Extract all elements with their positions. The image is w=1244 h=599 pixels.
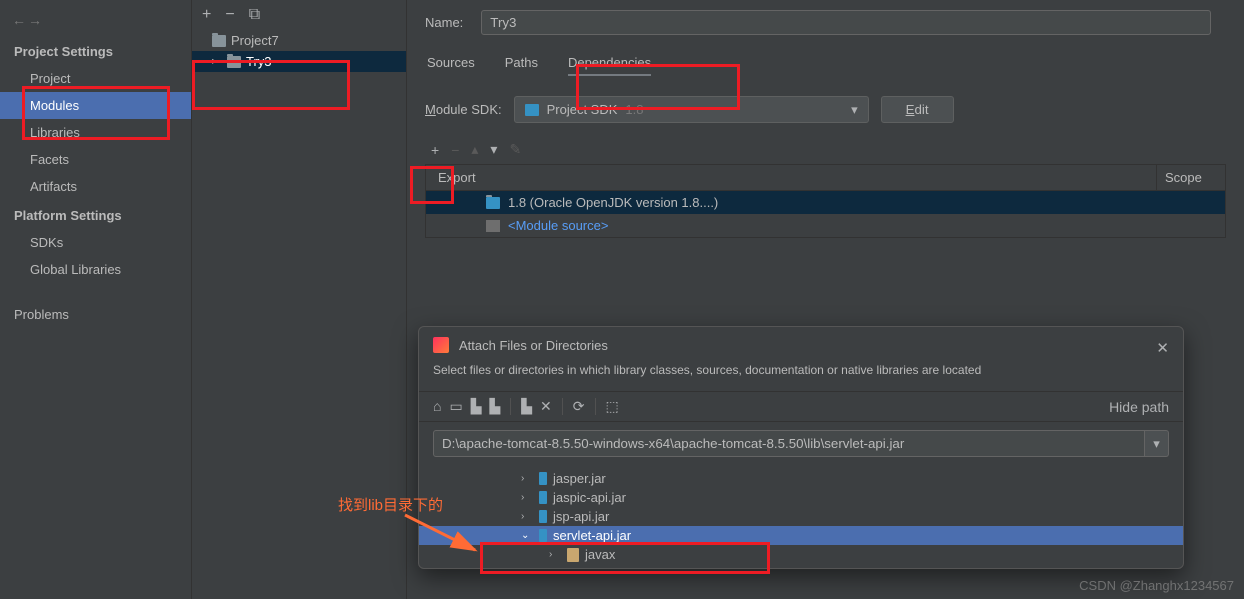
dep-label: 1.8 (Oracle OpenJDK version 1.8....): [508, 195, 718, 210]
refresh-icon[interactable]: ⟳: [573, 398, 585, 415]
dep-down-icon[interactable]: ▾: [490, 141, 497, 158]
dialog-title: Attach Files or Directories: [459, 338, 608, 353]
watermark: CSDN @Zhanghx1234567: [1079, 578, 1234, 593]
dep-remove-icon[interactable]: −: [451, 142, 459, 158]
sidebar-item-global-libraries[interactable]: Global Libraries: [0, 256, 191, 283]
app-icon: [433, 337, 449, 353]
dialog-description: Select files or directories in which lib…: [419, 363, 1183, 391]
attach-files-dialog: Attach Files or Directories ✕ Select fil…: [418, 326, 1184, 569]
sidebar-item-problems[interactable]: Problems: [0, 301, 191, 328]
nav-back-icon[interactable]: ←: [12, 12, 26, 28]
file-label: jasper.jar: [553, 471, 606, 486]
sidebar: ← → Project Settings Project Modules Lib…: [0, 0, 192, 599]
jar-icon: [539, 472, 547, 485]
dep-up-icon[interactable]: ▴: [471, 141, 478, 158]
dep-row-jdk[interactable]: 1.8 (Oracle OpenJDK version 1.8....): [426, 191, 1225, 214]
tree-copy-icon[interactable]: ⧉: [249, 6, 260, 24]
jar-icon: [539, 529, 547, 542]
sidebar-item-libraries[interactable]: Libraries: [0, 119, 191, 146]
tree-item-project7[interactable]: Project7: [192, 30, 406, 51]
sidebar-item-project[interactable]: Project: [0, 65, 191, 92]
module-sdk-label: Module SDK:: [425, 102, 502, 117]
tab-dependencies[interactable]: Dependencies: [568, 55, 651, 76]
dep-add-icon[interactable]: +: [431, 142, 439, 158]
tree-label: Try3: [246, 54, 272, 69]
jar-icon: [539, 491, 547, 504]
home-icon[interactable]: ⌂: [433, 398, 441, 415]
hide-path-link[interactable]: Hide path: [1109, 399, 1169, 415]
section-project-settings: Project Settings: [0, 36, 191, 65]
section-platform-settings: Platform Settings: [0, 200, 191, 229]
chevron-down-icon[interactable]: ⌄: [521, 530, 533, 541]
sidebar-item-facets[interactable]: Facets: [0, 146, 191, 173]
dep-row-module-source[interactable]: <Module source>: [426, 214, 1225, 237]
chevron-right-icon[interactable]: ›: [521, 492, 533, 503]
jdk-icon: [486, 197, 500, 209]
path-dropdown-button[interactable]: ▾: [1145, 430, 1169, 457]
chevron-right-icon[interactable]: ›: [521, 473, 533, 484]
col-export: Export: [426, 165, 1157, 190]
col-scope: Scope: [1157, 165, 1225, 190]
tab-paths[interactable]: Paths: [505, 55, 538, 76]
sdk-dropdown[interactable]: Project SDK 1.8: [514, 96, 869, 123]
path-input[interactable]: [433, 430, 1145, 457]
sdk-name: Project SDK: [547, 102, 618, 117]
nav-forward-icon[interactable]: →: [28, 12, 42, 28]
close-icon[interactable]: ✕: [1156, 339, 1169, 357]
new-folder-icon[interactable]: ▙: [521, 398, 532, 415]
chevron-right-icon[interactable]: ▸: [212, 56, 222, 67]
file-item[interactable]: › jsp-api.jar: [419, 507, 1183, 526]
edit-button[interactable]: Edit: [881, 96, 954, 123]
file-item-selected[interactable]: ⌄ servlet-api.jar: [419, 526, 1183, 545]
dep-edit-icon[interactable]: ✎: [509, 141, 521, 158]
sidebar-item-sdks[interactable]: SDKs: [0, 229, 191, 256]
project-icon[interactable]: ▙: [471, 398, 482, 415]
jar-icon: [539, 510, 547, 523]
name-label: Name:: [425, 15, 463, 30]
annotation-text: 找到lib目录下的: [338, 494, 443, 515]
tree-remove-icon[interactable]: −: [225, 6, 234, 24]
sdk-version: 1.8: [625, 102, 643, 117]
dep-label: <Module source>: [508, 218, 608, 233]
chevron-right-icon[interactable]: ›: [549, 549, 561, 560]
tab-sources[interactable]: Sources: [427, 55, 475, 76]
delete-icon[interactable]: ✕: [540, 398, 552, 415]
name-input[interactable]: [481, 10, 1211, 35]
file-label: servlet-api.jar: [553, 528, 631, 543]
file-label: jsp-api.jar: [553, 509, 609, 524]
file-tree: › jasper.jar › jaspic-api.jar › jsp-api.…: [419, 465, 1183, 568]
chevron-right-icon[interactable]: ›: [521, 511, 533, 522]
tree-item-try3[interactable]: ▸ Try3: [192, 51, 406, 72]
file-item[interactable]: › jasper.jar: [419, 469, 1183, 488]
folder-icon: [227, 56, 241, 68]
file-label: javax: [585, 547, 615, 562]
sidebar-item-modules[interactable]: Modules: [0, 92, 191, 119]
file-label: jaspic-api.jar: [553, 490, 626, 505]
desktop-icon[interactable]: ▭: [449, 398, 462, 415]
package-icon: [567, 548, 579, 562]
show-hidden-icon[interactable]: ⬚: [606, 398, 619, 415]
sdk-folder-icon: [525, 104, 539, 116]
file-item[interactable]: › javax: [419, 545, 1183, 564]
file-item[interactable]: › jaspic-api.jar: [419, 488, 1183, 507]
tree-label: Project7: [231, 33, 279, 48]
source-folder-icon: [486, 220, 500, 232]
module-icon[interactable]: ▙: [489, 398, 500, 415]
dependency-table: Export Scope 1.8 (Oracle OpenJDK version…: [425, 164, 1226, 238]
sidebar-item-artifacts[interactable]: Artifacts: [0, 173, 191, 200]
folder-icon: [212, 35, 226, 47]
tree-add-icon[interactable]: +: [202, 6, 211, 24]
